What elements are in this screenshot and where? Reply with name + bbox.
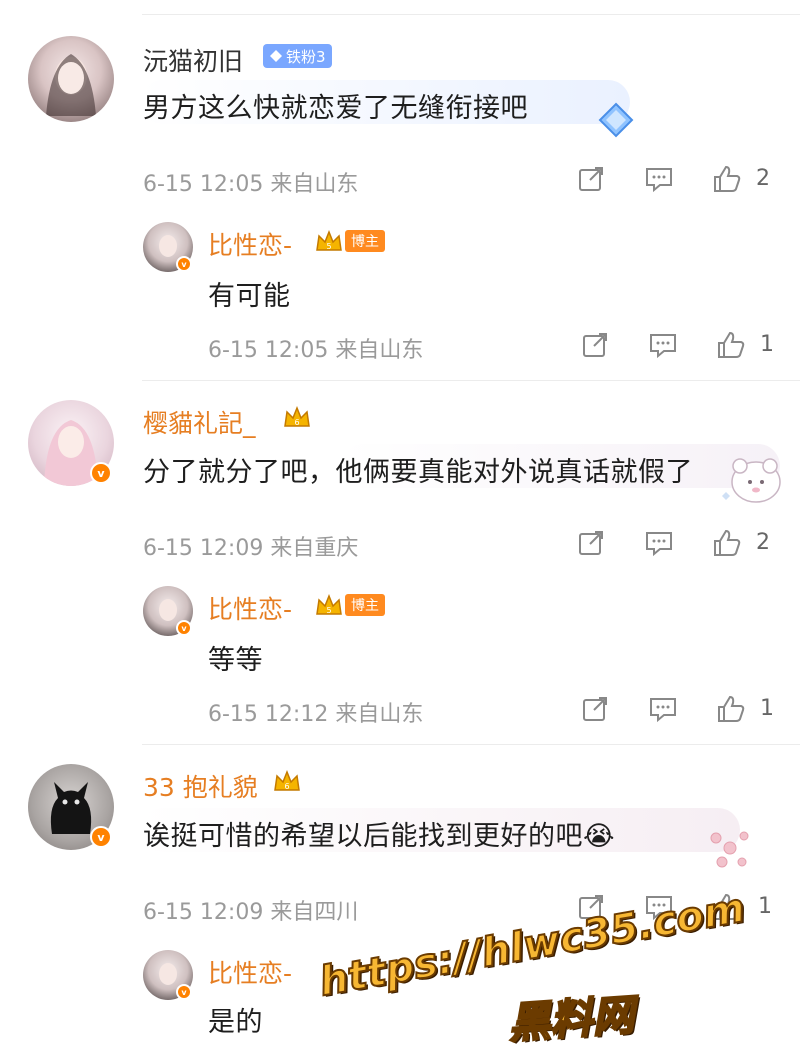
reply-user-name[interactable]: 比性恋-	[208, 590, 292, 626]
host-tag: 博主	[345, 230, 385, 252]
divider	[142, 380, 800, 381]
verified-icon: v	[176, 984, 192, 1000]
host-tag: 博主	[345, 594, 385, 616]
like-icon[interactable]	[712, 164, 742, 194]
like-icon[interactable]	[712, 528, 742, 558]
reply-text: 有可能	[208, 281, 291, 312]
reply-meta: 6-15 12:12 来自山东	[208, 702, 424, 727]
svg-text:5: 5	[326, 606, 331, 615]
comment-meta: 6-15 12:09 来自重庆	[143, 536, 359, 561]
crown-icon: 6	[284, 405, 310, 427]
comment-meta: 6-15 12:09 来自四川	[143, 900, 359, 925]
diamond-icon	[270, 50, 282, 62]
comment-icon[interactable]	[644, 528, 674, 558]
like-icon[interactable]	[716, 330, 746, 360]
like-count: 1	[760, 332, 774, 357]
fan-level-badge: 铁粉3	[263, 44, 332, 68]
repost-icon[interactable]	[580, 694, 610, 724]
svg-text:6: 6	[294, 418, 299, 427]
repost-icon[interactable]	[576, 528, 606, 558]
verified-icon: v	[90, 826, 112, 848]
crying-emoji-icon: 😭	[583, 821, 616, 852]
verified-icon: v	[176, 256, 192, 272]
svg-text:6: 6	[284, 782, 289, 791]
comment-icon[interactable]	[648, 694, 678, 724]
verified-icon: v	[90, 462, 112, 484]
crown-icon: 5	[316, 229, 342, 251]
svg-text:5: 5	[326, 242, 331, 251]
verified-icon: v	[176, 620, 192, 636]
comment-text: 诶挺可惜的希望以后能找到更好的吧😭	[143, 814, 615, 853]
reply-meta: 6-15 12:05 来自山东	[208, 338, 424, 363]
comment-icon[interactable]	[644, 164, 674, 194]
crown-icon: 6	[274, 769, 300, 791]
user-name[interactable]: 樱貓礼記_	[143, 404, 256, 440]
comment-text: 分了就分了吧，他俩要真能对外说真话就假了	[143, 457, 693, 488]
reply-user-name[interactable]: 比性恋-	[208, 226, 292, 262]
like-count: 2	[756, 530, 770, 555]
divider-top	[142, 14, 800, 15]
like-count: 2	[756, 166, 770, 191]
watermark-label: 黑料网	[506, 989, 637, 1049]
comment-text: 男方这么快就恋爱了无缝衔接吧	[143, 93, 528, 124]
like-count: 1	[758, 894, 772, 919]
reply-text: 是的	[208, 1007, 263, 1038]
comment-meta: 6-15 12:05 来自山东	[143, 172, 359, 197]
user-name[interactable]: 沅猫初旧	[143, 42, 243, 78]
reply-user-name[interactable]: 比性恋-	[208, 954, 292, 990]
flower-sticker-icon	[710, 831, 749, 868]
comment-icon[interactable]	[648, 330, 678, 360]
bear-sticker-icon	[722, 458, 781, 503]
divider	[142, 744, 800, 745]
crown-icon: 5	[316, 593, 342, 615]
reply-text: 等等	[208, 645, 263, 676]
repost-icon[interactable]	[576, 164, 606, 194]
like-count: 1	[760, 696, 774, 721]
like-icon[interactable]	[716, 694, 746, 724]
badge-label: 铁粉3	[286, 47, 326, 66]
repost-icon[interactable]	[580, 330, 610, 360]
avatar[interactable]	[28, 36, 114, 122]
user-name[interactable]: 33 抱礼貌	[143, 768, 258, 804]
diamond-sticker-icon	[598, 102, 634, 138]
comment-text-body: 诶挺可惜的希望以后能找到更好的吧	[143, 821, 583, 852]
